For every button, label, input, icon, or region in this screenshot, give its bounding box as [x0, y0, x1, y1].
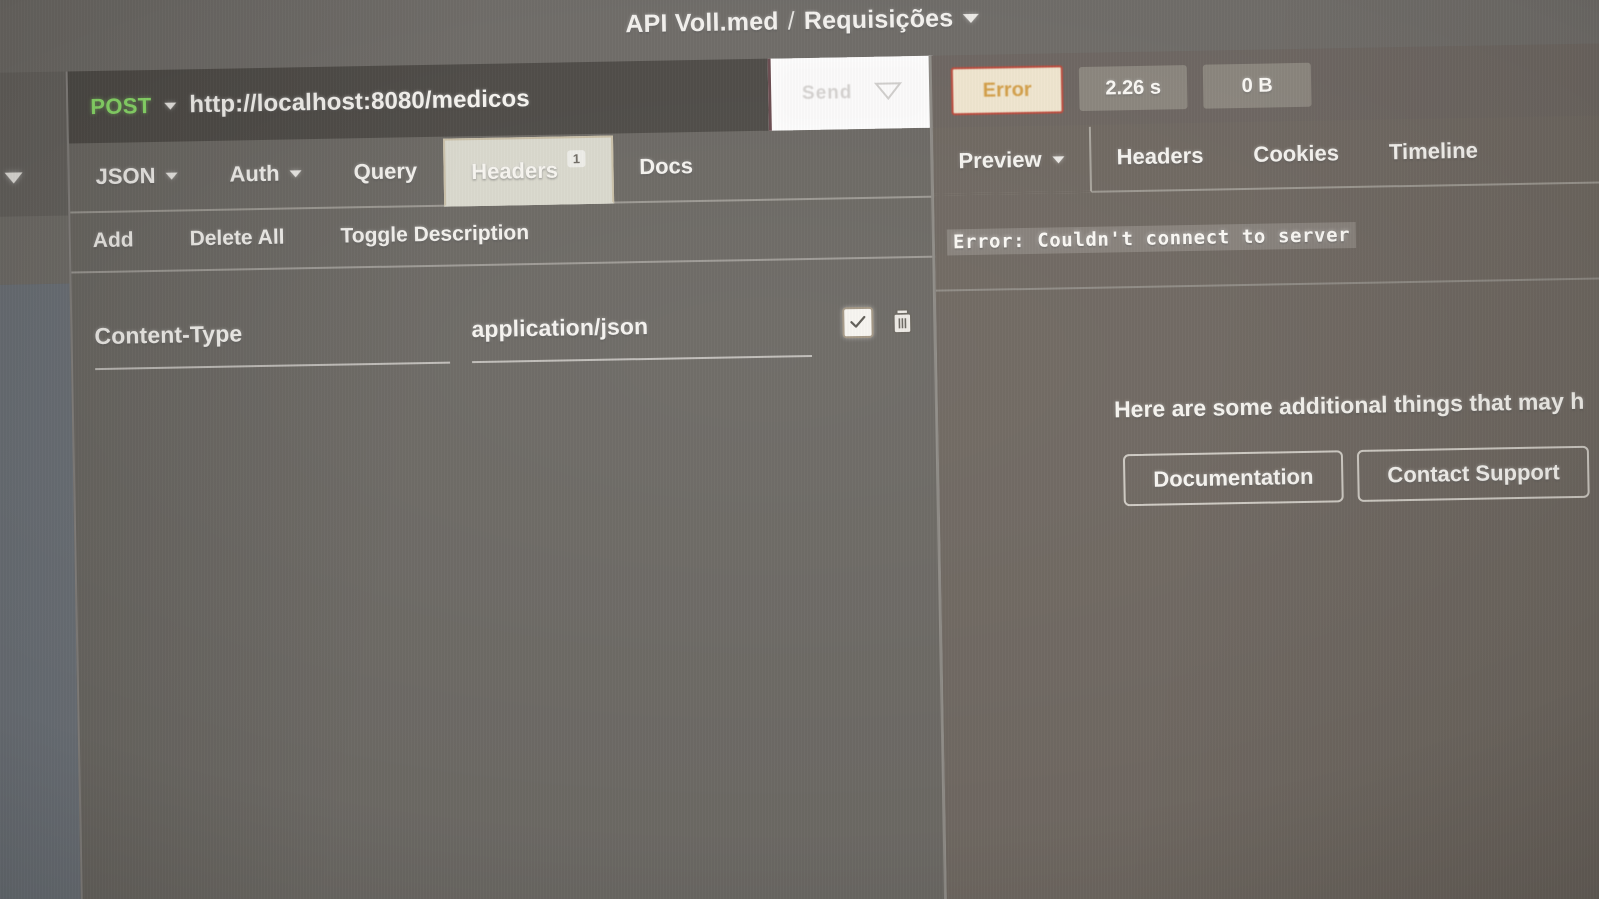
response-time-badge: 2.26 s [1078, 65, 1188, 112]
tab-headers-label: Headers [470, 157, 559, 185]
help-buttons: Documentation Contact Support [1122, 445, 1591, 507]
header-name-input[interactable]: Content-Type [94, 302, 450, 364]
url-input[interactable]: http://localhost:8080/medicos [189, 85, 530, 119]
chevron-down-icon[interactable] [289, 169, 302, 177]
divider [935, 276, 1599, 292]
tab-cookies-label: Cookies [1253, 140, 1340, 167]
help-text: Here are some additional things that may… [1113, 387, 1585, 423]
tab-preview-label: Preview [958, 146, 1042, 174]
breadcrumb-workspace[interactable]: API Voll.med [625, 7, 779, 39]
tab-cookies[interactable]: Cookies [1228, 120, 1365, 188]
tab-timeline[interactable]: Timeline [1363, 117, 1503, 186]
headers-count-badge: 1 [567, 149, 586, 167]
tab-query-label: Query [353, 158, 418, 185]
toggle-description-button[interactable]: Toggle Description [340, 221, 529, 248]
tab-preview[interactable]: Preview [932, 126, 1093, 196]
header-enabled-checkbox[interactable] [842, 306, 874, 338]
method-chevron-down-icon[interactable] [164, 102, 177, 110]
documentation-button[interactable]: Documentation [1122, 450, 1344, 507]
breadcrumb-separator: / [787, 6, 796, 35]
send-button[interactable]: Send [802, 82, 853, 105]
photographed-screen: API Voll.med / Requisições POST http://l… [0, 0, 1599, 899]
tab-json[interactable]: JSON [69, 141, 204, 211]
row-actions [842, 306, 916, 338]
tab-timeline-label: Timeline [1388, 137, 1479, 165]
response-tabs: Preview Headers Cookies Timeline [932, 114, 1599, 196]
delete-header-icon[interactable] [889, 307, 916, 335]
sidebar-section-band [0, 215, 70, 286]
tab-headers[interactable]: Headers 1 [442, 135, 614, 207]
response-size-badge: 0 B [1202, 62, 1312, 109]
chevron-down-icon[interactable] [1052, 155, 1065, 164]
chevron-down-icon[interactable] [165, 172, 178, 180]
insomnia-app-window: API Voll.med / Requisições POST http://l… [0, 0, 1599, 899]
tab-json-label: JSON [95, 162, 156, 190]
request-pane: POST http://localhost:8080/medicos Send … [65, 55, 949, 899]
status-badge: Error [950, 65, 1064, 116]
tab-auth[interactable]: Auth [203, 139, 328, 209]
response-status-bar: Error 2.26 s 0 B [930, 42, 1599, 128]
sidebar-list-area [0, 283, 82, 899]
table-row: Content-Type application/json [72, 278, 938, 380]
error-message: Error: Couldn't connect to server [946, 221, 1357, 256]
header-value-value: application/json [471, 312, 649, 342]
tab-docs[interactable]: Docs [613, 132, 720, 202]
tab-query[interactable]: Query [327, 137, 444, 207]
response-pane: Preview Headers Cookies Timeline Error: … [932, 114, 1599, 899]
http-method-label[interactable]: POST [90, 93, 152, 120]
heart-icon[interactable] [874, 79, 903, 107]
tab-auth-label: Auth [229, 160, 280, 187]
header-value-input[interactable]: application/json [471, 295, 812, 357]
chevron-down-icon[interactable] [962, 13, 979, 23]
tab-response-headers-label: Headers [1116, 142, 1204, 170]
breadcrumb-folder[interactable]: Requisições [804, 4, 954, 36]
add-header-button[interactable]: Add [93, 228, 134, 253]
tab-docs-label: Docs [638, 153, 694, 180]
breadcrumb: API Voll.med / Requisições [625, 3, 979, 39]
send-button-group: Send [767, 55, 934, 131]
contact-support-button[interactable]: Contact Support [1356, 445, 1591, 502]
delete-all-headers-button[interactable]: Delete All [189, 226, 284, 252]
header-name-value: Content-Type [94, 319, 243, 349]
tab-response-headers[interactable]: Headers [1091, 122, 1229, 190]
chevron-down-icon[interactable] [4, 172, 23, 184]
